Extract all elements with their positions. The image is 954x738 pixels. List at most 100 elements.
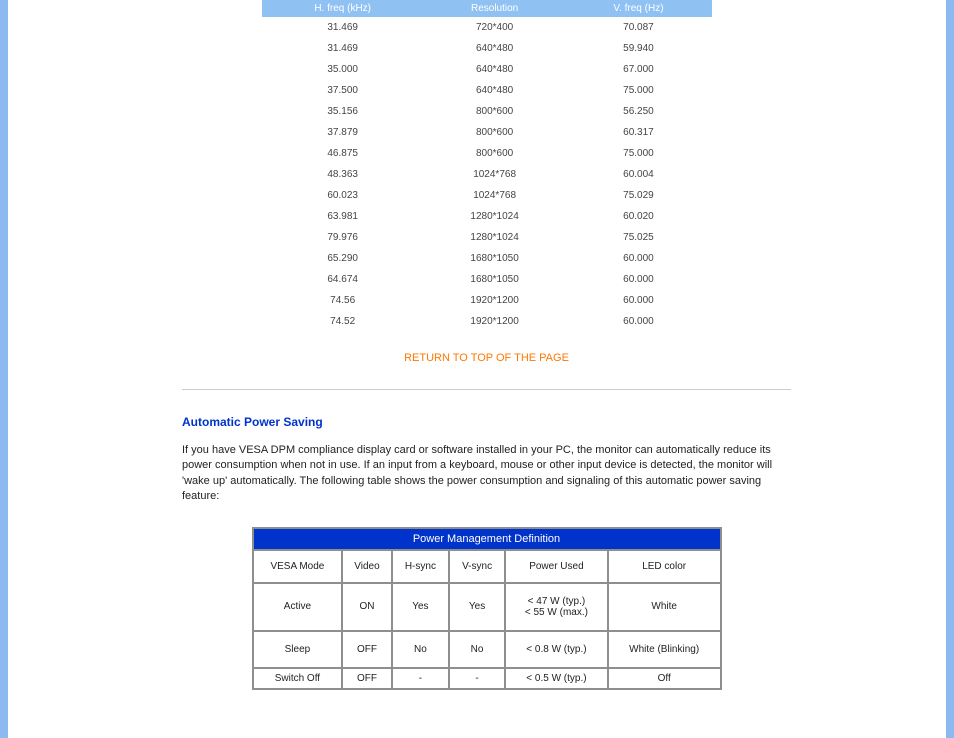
left-margin <box>8 0 182 738</box>
right-margin <box>801 0 946 738</box>
power-table-title: Power Management Definition <box>254 529 720 549</box>
power-table-cell: White (Blinking) <box>609 632 720 667</box>
power-col-powerused: Power Used <box>506 551 607 582</box>
power-table-cell: - <box>450 669 504 688</box>
spec-table-cell: 46.875 <box>262 143 424 164</box>
spec-table-cell: 1680*1050 <box>424 269 566 290</box>
spec-table-cell: 37.879 <box>262 122 424 143</box>
power-col-vesamode: VESA Mode <box>254 551 342 582</box>
spec-table-cell: 800*600 <box>424 143 566 164</box>
spec-table-row: 35.156800*60056.250 <box>262 101 712 122</box>
spec-table-row: 79.9761280*102475.025 <box>262 227 712 248</box>
spec-table-cell: 59.940 <box>565 38 711 59</box>
power-table-title-row: Power Management Definition <box>254 529 720 549</box>
spec-table-cell: 48.363 <box>262 164 424 185</box>
spec-col-resolution: Resolution <box>424 0 566 17</box>
spec-table-cell: 63.981 <box>262 206 424 227</box>
spec-table-row: 31.469640*48059.940 <box>262 38 712 59</box>
power-table-cell: < 0.5 W (typ.) <box>506 669 607 688</box>
spec-table-cell: 1280*1024 <box>424 206 566 227</box>
spec-table-cell: 75.000 <box>565 80 711 101</box>
spec-table-cell: 60.317 <box>565 122 711 143</box>
power-table-cell: No <box>450 632 504 667</box>
spec-table-cell: 60.000 <box>565 290 711 311</box>
power-table-cell: Active <box>254 584 342 630</box>
spec-table-cell: 60.000 <box>565 248 711 269</box>
spec-table-cell: 1024*768 <box>424 185 566 206</box>
section-title-auto-power-saving: Automatic Power Saving <box>182 415 791 429</box>
power-col-ledcolor: LED color <box>609 551 720 582</box>
spec-table-cell: 640*480 <box>424 38 566 59</box>
spec-table-cell: 64.674 <box>262 269 424 290</box>
spec-table-cell: 60.000 <box>565 311 711 332</box>
spec-table-cell: 60.020 <box>565 206 711 227</box>
spec-table-row: 48.3631024*76860.004 <box>262 164 712 185</box>
power-table-cell: < 0.8 W (typ.) <box>506 632 607 667</box>
power-table: Power Management Definition VESA Mode Vi… <box>252 527 722 690</box>
spec-table-row: 74.521920*120060.000 <box>262 311 712 332</box>
spec-table-row: 46.875800*60075.000 <box>262 143 712 164</box>
spec-table-cell: 35.156 <box>262 101 424 122</box>
spec-table-cell: 1920*1200 <box>424 290 566 311</box>
power-table-cell: OFF <box>343 669 390 688</box>
spec-table-head: H. freq (kHz) Resolution V. freq (Hz) <box>262 0 712 17</box>
spec-table-cell: 75.000 <box>565 143 711 164</box>
power-col-video: Video <box>343 551 390 582</box>
spec-col-hfreq: H. freq (kHz) <box>262 0 424 17</box>
spec-table-cell: 60.000 <box>565 269 711 290</box>
spec-table-cell: 35.000 <box>262 59 424 80</box>
power-table-body: ActiveONYesYes< 47 W (typ.)< 55 W (max.)… <box>254 584 720 688</box>
power-table-cell: - <box>393 669 448 688</box>
spec-table-cell: 75.029 <box>565 185 711 206</box>
power-table-cell: Sleep <box>254 632 342 667</box>
section-text: If you have VESA DPM compliance display … <box>182 443 791 505</box>
power-table-row: Switch OffOFF--< 0.5 W (typ.)Off <box>254 669 720 688</box>
spec-table-cell: 37.500 <box>262 80 424 101</box>
power-table-cell: ON <box>343 584 390 630</box>
power-table-cell: No <box>393 632 448 667</box>
power-table-cell: Switch Off <box>254 669 342 688</box>
spec-table-row: 63.9811280*102460.020 <box>262 206 712 227</box>
spec-table-cell: 1920*1200 <box>424 311 566 332</box>
separator <box>182 389 791 390</box>
spec-table-cell: 79.976 <box>262 227 424 248</box>
power-table-header-row: VESA Mode Video H-sync V-sync Power Used… <box>254 551 720 582</box>
spec-table-cell: 1280*1024 <box>424 227 566 248</box>
spec-table: H. freq (kHz) Resolution V. freq (Hz) 31… <box>262 0 712 332</box>
power-table-cell: OFF <box>343 632 390 667</box>
power-table-cell: Off <box>609 669 720 688</box>
power-table-cell: < 47 W (typ.)< 55 W (max.) <box>506 584 607 630</box>
power-table-row: ActiveONYesYes< 47 W (typ.)< 55 W (max.)… <box>254 584 720 630</box>
return-to-top: RETURN TO TOP OF THE PAGE <box>182 352 791 364</box>
spec-table-row: 64.6741680*105060.000 <box>262 269 712 290</box>
spec-table-row: 35.000640*48067.000 <box>262 59 712 80</box>
spec-table-cell: 31.469 <box>262 38 424 59</box>
left-blue-bar <box>0 0 8 738</box>
power-table-wrap: Power Management Definition VESA Mode Vi… <box>252 527 722 690</box>
power-col-vsync: V-sync <box>450 551 504 582</box>
spec-table-cell: 75.025 <box>565 227 711 248</box>
spec-table-cell: 800*600 <box>424 101 566 122</box>
spec-col-vfreq: V. freq (Hz) <box>565 0 711 17</box>
power-table-row: SleepOFFNoNo< 0.8 W (typ.)White (Blinkin… <box>254 632 720 667</box>
spec-table-cell: 720*400 <box>424 17 566 38</box>
spec-table-cell: 640*480 <box>424 59 566 80</box>
spec-table-row: 37.500640*48075.000 <box>262 80 712 101</box>
spec-table-body: 31.469720*40070.08731.469640*48059.94035… <box>262 17 712 332</box>
spec-table-cell: 800*600 <box>424 122 566 143</box>
spec-table-cell: 70.087 <box>565 17 711 38</box>
spec-table-cell: 65.290 <box>262 248 424 269</box>
spec-table-cell: 56.250 <box>565 101 711 122</box>
power-table-cell: White <box>609 584 720 630</box>
spec-table-cell: 74.52 <box>262 311 424 332</box>
spec-table-cell: 60.004 <box>565 164 711 185</box>
return-to-top-link[interactable]: RETURN TO TOP OF THE PAGE <box>404 352 569 364</box>
content-column: H. freq (kHz) Resolution V. freq (Hz) 31… <box>182 0 801 738</box>
spec-table-row: 60.0231024*76875.029 <box>262 185 712 206</box>
spec-table-row: 65.2901680*105060.000 <box>262 248 712 269</box>
spec-table-cell: 640*480 <box>424 80 566 101</box>
power-col-hsync: H-sync <box>393 551 448 582</box>
right-blue-bar <box>946 0 954 738</box>
spec-table-row: 74.561920*120060.000 <box>262 290 712 311</box>
spec-table-row: 37.879800*60060.317 <box>262 122 712 143</box>
